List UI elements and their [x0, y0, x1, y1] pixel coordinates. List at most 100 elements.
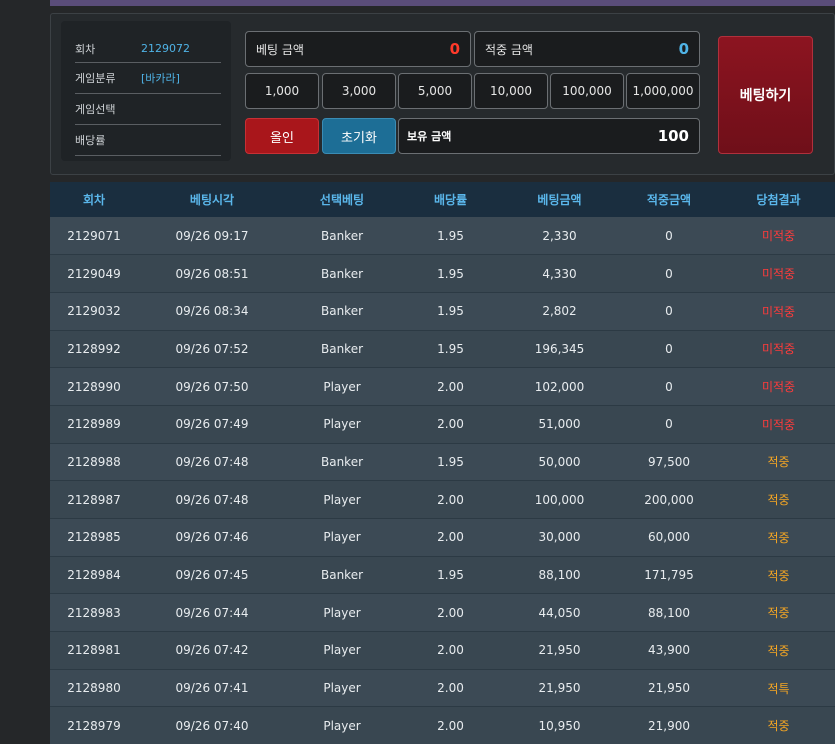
cell-odds: 2.00	[398, 593, 503, 633]
chip-button-3000[interactable]: 3,000	[322, 73, 396, 109]
chip-button-5000[interactable]: 5,000	[398, 73, 472, 109]
cell-bet-amount: 44,050	[503, 593, 616, 633]
cell-bet-amount: 21,950	[503, 631, 616, 670]
cell-result: 적중	[722, 480, 835, 519]
place-bet-button[interactable]: 베팅하기	[718, 36, 813, 154]
chip-button-1000[interactable]: 1,000	[245, 73, 319, 109]
game-info-box: 회차 2129072 게임분류 [바카라] 게임선택 배당률	[61, 21, 231, 161]
cell-result: 미적중	[722, 254, 835, 293]
cell-win-amount: 21,900	[616, 706, 722, 744]
cell-pick: Player	[286, 518, 398, 557]
cell-win-amount: 171,795	[616, 556, 722, 595]
table-row: 2128988 09/26 07:48 Banker 1.95 50,000 97,500…	[50, 443, 835, 482]
cell-pick: Banker	[286, 330, 398, 369]
cell-bet-amount: 196,345	[503, 330, 616, 369]
cell-round: 2129049	[50, 254, 138, 293]
cell-result: 미적중	[722, 367, 835, 406]
cell-bet-amount: 2,802	[503, 292, 616, 331]
cell-round: 2128989	[50, 405, 138, 444]
cell-bet-time: 09/26 09:17	[138, 217, 286, 256]
table-row: 2129071 09/26 09:17 Banker 1.95 2,330 0 미적중	[50, 217, 835, 256]
info-row-category: 게임분류 [바카라]	[75, 63, 221, 94]
cell-odds: 2.00	[398, 669, 503, 708]
cell-win-amount: 97,500	[616, 443, 722, 482]
odds-label: 배당률	[75, 134, 106, 147]
cell-round: 2128992	[50, 330, 138, 369]
cell-win-amount: 0	[616, 330, 722, 369]
table-row: 2128984 09/26 07:45 Banker 1.95 88,100 171,79…	[50, 556, 835, 595]
win-amount-display: 적중 금액 0	[474, 31, 700, 67]
cell-win-amount: 0	[616, 217, 722, 256]
cell-pick: Player	[286, 480, 398, 519]
cell-win-amount: 21,950	[616, 669, 722, 708]
cell-round: 2128983	[50, 593, 138, 633]
cell-win-amount: 0	[616, 367, 722, 406]
cell-odds: 2.00	[398, 631, 503, 670]
cell-bet-amount: 2,330	[503, 217, 616, 256]
all-in-button[interactable]: 올인	[245, 118, 319, 154]
bet-history-table: 회차 베팅시각 선택베팅 배당률 베팅금액 적중금액 당첨결과 2129071 0…	[50, 182, 835, 744]
cell-win-amount: 0	[616, 292, 722, 331]
cell-round: 2128984	[50, 556, 138, 595]
cell-round: 2129032	[50, 292, 138, 331]
cell-odds: 1.95	[398, 330, 503, 369]
cell-result: 미적중	[722, 330, 835, 369]
table-row: 2128983 09/26 07:44 Player 2.00 44,050 88,100…	[50, 593, 835, 633]
cell-bet-amount: 30,000	[503, 518, 616, 557]
cell-bet-amount: 21,950	[503, 669, 616, 708]
header-round: 회차	[50, 182, 138, 217]
cell-result: 적중	[722, 706, 835, 744]
cell-bet-amount: 100,000	[503, 480, 616, 519]
cell-odds: 1.95	[398, 443, 503, 482]
cell-pick: Player	[286, 706, 398, 744]
cell-pick: Banker	[286, 443, 398, 482]
cell-pick: Banker	[286, 254, 398, 293]
cell-win-amount: 0	[616, 254, 722, 293]
cell-odds: 2.00	[398, 367, 503, 406]
cell-bet-time: 09/26 07:44	[138, 593, 286, 633]
table-row: 2128980 09/26 07:41 Player 2.00 21,950 21,950…	[50, 669, 835, 708]
balance-display: 보유 금액 100	[398, 118, 700, 154]
cell-bet-time: 09/26 07:42	[138, 631, 286, 670]
cell-win-amount: 88,100	[616, 593, 722, 633]
header-pick: 선택베팅	[286, 182, 398, 217]
cell-pick: Player	[286, 669, 398, 708]
cell-bet-amount: 51,000	[503, 405, 616, 444]
cell-bet-time: 09/26 07:50	[138, 367, 286, 406]
cell-round: 2128981	[50, 631, 138, 670]
cell-round: 2128985	[50, 518, 138, 557]
reset-button[interactable]: 초기화	[322, 118, 396, 154]
cell-pick: Player	[286, 367, 398, 406]
chip-button-1000000[interactable]: 1,000,000	[626, 73, 700, 109]
cell-bet-time: 09/26 07:52	[138, 330, 286, 369]
cell-win-amount: 43,900	[616, 631, 722, 670]
table-row: 2128979 09/26 07:40 Player 2.00 10,950 21,900…	[50, 706, 835, 744]
cell-win-amount: 0	[616, 405, 722, 444]
cell-bet-amount: 102,000	[503, 367, 616, 406]
table-row: 2128981 09/26 07:42 Player 2.00 21,950 43,900…	[50, 631, 835, 670]
cell-round: 2129071	[50, 217, 138, 256]
header-odds: 배당률	[398, 182, 503, 217]
cell-odds: 1.95	[398, 254, 503, 293]
chip-button-10000[interactable]: 10,000	[474, 73, 548, 109]
table-row: 2129049 09/26 08:51 Banker 1.95 4,330 0 미적중	[50, 254, 835, 293]
cell-result: 적중	[722, 518, 835, 557]
cell-odds: 1.95	[398, 292, 503, 331]
cell-bet-time: 09/26 07:41	[138, 669, 286, 708]
cell-bet-time: 09/26 07:40	[138, 706, 286, 744]
top-accent-bar	[50, 0, 835, 6]
balance-label: 보유 금액	[407, 130, 452, 143]
chip-button-100000[interactable]: 100,000	[550, 73, 624, 109]
cell-round: 2128990	[50, 367, 138, 406]
cell-result: 적중	[722, 631, 835, 670]
header-bet-amount: 베팅금액	[503, 182, 616, 217]
cell-odds: 2.00	[398, 480, 503, 519]
cell-bet-time: 09/26 08:34	[138, 292, 286, 331]
cell-pick: Player	[286, 593, 398, 633]
cell-round: 2128988	[50, 443, 138, 482]
cell-bet-time: 09/26 08:51	[138, 254, 286, 293]
cell-bet-amount: 88,100	[503, 556, 616, 595]
info-row-select: 게임선택	[75, 94, 221, 125]
table-body: 2129071 09/26 09:17 Banker 1.95 2,330 0 미적중 212…	[50, 217, 835, 744]
cell-odds: 2.00	[398, 405, 503, 444]
